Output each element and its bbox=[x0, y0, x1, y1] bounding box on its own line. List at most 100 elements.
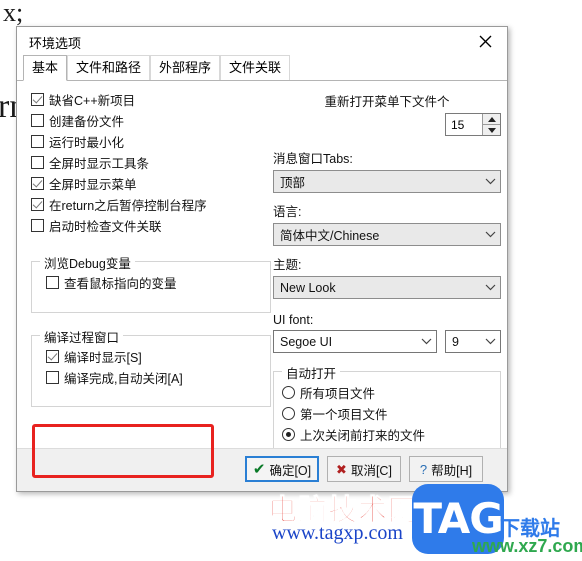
auto-open-group-title: 自动打开 bbox=[282, 363, 341, 382]
dialog-title: 环境选项 bbox=[29, 36, 82, 51]
chevron-down-icon bbox=[482, 231, 498, 238]
checkbox-show-while-compiling[interactable]: 编译时显示[S] bbox=[46, 346, 262, 366]
checkbox-indicator bbox=[31, 218, 44, 232]
checkbox-view-variable-under-mouse[interactable]: 查看鼠标指向的变量 bbox=[46, 272, 262, 292]
spinner-down-icon[interactable] bbox=[483, 125, 500, 135]
tab-basic[interactable]: 基本 bbox=[23, 55, 68, 81]
message-window-tabs-select[interactable]: 顶部 bbox=[273, 170, 501, 193]
checkbox-pause-console-after-return[interactable]: 在return之后暂停控制台程序 bbox=[31, 194, 271, 214]
watermark-url: www.tagxp.com bbox=[272, 522, 403, 544]
checkbox-show-menu-fullscreen[interactable]: 全屏时显示菜单 bbox=[31, 173, 271, 193]
radio-all-project-files[interactable]: 所有项目文件 bbox=[282, 382, 492, 403]
checkbox-label: 编译时显示[S] bbox=[64, 350, 142, 365]
checkbox-indicator bbox=[31, 134, 44, 148]
checkbox-show-toolbar-fullscreen[interactable]: 全屏时显示工具条 bbox=[31, 152, 271, 172]
radio-first-project-file[interactable]: 第一个项目文件 bbox=[282, 403, 492, 424]
reopen-files-value: 15 bbox=[451, 117, 465, 132]
language-label: 语言: bbox=[273, 205, 302, 219]
ui-font-name-value: Segoe UI bbox=[280, 334, 333, 349]
language-value: 简体中文/Chinese bbox=[280, 229, 380, 243]
tab-file-associations[interactable]: 文件关联 bbox=[220, 55, 291, 80]
ui-font-row: Segoe UI 9 bbox=[273, 330, 501, 353]
checkmark-icon: ✔ bbox=[252, 460, 266, 478]
ui-font-size-select[interactable]: 9 bbox=[445, 330, 501, 353]
chevron-down-icon bbox=[482, 284, 498, 291]
theme-value: New Look bbox=[280, 280, 336, 295]
compile-window-group: 编译过程窗口 编译时显示[S] 编译完成,自动关闭[A] bbox=[31, 327, 271, 407]
cancel-icon: ✖ bbox=[336, 461, 347, 477]
radio-indicator bbox=[282, 428, 295, 441]
chevron-down-icon bbox=[418, 338, 434, 345]
theme-label: 主题: bbox=[273, 258, 302, 272]
dialog-body: 缺省C++新项目 创建备份文件 运行时最小化 全屏时显示工具条 全屏时显示菜单 bbox=[17, 81, 507, 491]
checkbox-label: 运行时最小化 bbox=[49, 135, 125, 150]
radio-label: 所有项目文件 bbox=[300, 387, 376, 401]
screenshot-root: x; rn 环境选项 基本 文件和路径 外部程序 文件关联 缺省C++新项目 创… bbox=[0, 0, 582, 561]
checkbox-label: 查看鼠标指向的变量 bbox=[64, 276, 177, 291]
checkbox-minimize-on-run[interactable]: 运行时最小化 bbox=[31, 131, 271, 151]
checkbox-indicator bbox=[46, 349, 59, 363]
watermark-xz-url: www.xz7.com bbox=[472, 536, 582, 556]
dialog-footer: ✔ 确定[O] ✖ 取消[C] ? 帮助[H] bbox=[17, 448, 507, 491]
checkbox-indicator bbox=[31, 113, 44, 127]
compile-window-group-title: 编译过程窗口 bbox=[40, 327, 124, 346]
spinner-up-icon[interactable] bbox=[483, 114, 500, 125]
chevron-down-icon bbox=[482, 338, 498, 345]
checkbox-label: 在return之后暂停控制台程序 bbox=[49, 198, 207, 213]
checkbox-indicator bbox=[31, 92, 44, 106]
watermark-download-text: 下载站 bbox=[500, 516, 560, 540]
checkbox-label: 全屏时显示工具条 bbox=[49, 156, 150, 171]
watermark-tag-logo-text: TAG bbox=[413, 494, 503, 543]
watermark-site-name: 电脑技术网 bbox=[267, 493, 419, 528]
tab-external-programs[interactable]: 外部程序 bbox=[150, 55, 221, 80]
tab-strip: 基本 文件和路径 外部程序 文件关联 bbox=[17, 55, 507, 81]
language-select[interactable]: 简体中文/Chinese bbox=[273, 223, 501, 246]
checkbox-indicator bbox=[31, 155, 44, 169]
help-button-label: 帮助[H] bbox=[431, 463, 473, 478]
ok-button-label: 确定[O] bbox=[269, 463, 312, 478]
right-options-column: 重新打开菜单下文件个 15 消息窗口Tabs: 顶部 语言: 简体中文/Chin… bbox=[273, 89, 501, 477]
reopen-files-stepper[interactable]: 15 bbox=[445, 113, 501, 136]
radio-indicator bbox=[282, 386, 295, 399]
radio-indicator bbox=[282, 407, 295, 420]
watermark-tag-logo: TAG bbox=[412, 484, 504, 554]
checkbox-indicator bbox=[31, 176, 44, 190]
close-icon[interactable] bbox=[463, 27, 507, 56]
reopen-files-label: 重新打开菜单下文件个 bbox=[324, 95, 450, 109]
left-options-column: 缺省C++新项目 创建备份文件 运行时最小化 全屏时显示工具条 全屏时显示菜单 bbox=[31, 89, 271, 407]
checkbox-check-file-association-on-start[interactable]: 启动时检查文件关联 bbox=[31, 215, 271, 235]
checkbox-label: 启动时检查文件关联 bbox=[49, 219, 162, 234]
help-button[interactable]: ? 帮助[H] bbox=[409, 456, 483, 482]
checkbox-indicator bbox=[31, 197, 44, 211]
debug-variables-group: 浏览Debug变量 查看鼠标指向的变量 bbox=[31, 253, 271, 313]
background-code-line-1: x; bbox=[3, 0, 24, 27]
checkbox-create-backup-file[interactable]: 创建备份文件 bbox=[31, 110, 271, 130]
checkbox-label: 编译完成,自动关闭[A] bbox=[64, 371, 183, 386]
radio-label: 上次关闭前打来的文件 bbox=[300, 429, 426, 443]
ui-font-label: UI font: bbox=[273, 313, 314, 327]
radio-label: 第一个项目文件 bbox=[300, 408, 388, 422]
cancel-button-label: 取消[C] bbox=[350, 463, 392, 478]
debug-variables-group-title: 浏览Debug变量 bbox=[40, 253, 135, 272]
environment-options-dialog: 环境选项 基本 文件和路径 外部程序 文件关联 缺省C++新项目 创建备份文件 bbox=[16, 26, 508, 492]
cancel-button[interactable]: ✖ 取消[C] bbox=[327, 456, 401, 482]
dialog-titlebar: 环境选项 bbox=[17, 27, 507, 56]
checkbox-default-cpp-project[interactable]: 缺省C++新项目 bbox=[31, 89, 271, 109]
ui-font-name-select[interactable]: Segoe UI bbox=[273, 330, 437, 353]
message-window-tabs-value: 顶部 bbox=[280, 176, 306, 190]
tab-files-and-paths[interactable]: 文件和路径 bbox=[67, 55, 151, 80]
checkbox-label: 全屏时显示菜单 bbox=[49, 177, 137, 192]
checkbox-auto-close-after-compile[interactable]: 编译完成,自动关闭[A] bbox=[46, 367, 262, 387]
ok-button[interactable]: ✔ 确定[O] bbox=[245, 456, 319, 482]
ui-font-size-value: 9 bbox=[452, 334, 459, 349]
checkbox-indicator bbox=[46, 370, 59, 384]
chevron-down-icon bbox=[482, 178, 498, 185]
checkbox-label: 创建备份文件 bbox=[49, 114, 125, 129]
radio-files-open-before-last-close[interactable]: 上次关闭前打来的文件 bbox=[282, 424, 492, 445]
checkbox-label: 缺省C++新项目 bbox=[49, 93, 136, 108]
message-window-tabs-label: 消息窗口Tabs: bbox=[273, 152, 353, 166]
theme-select[interactable]: New Look bbox=[273, 276, 501, 299]
checkbox-indicator bbox=[46, 275, 59, 289]
help-icon: ? bbox=[419, 461, 428, 477]
stepper-buttons bbox=[482, 114, 500, 135]
